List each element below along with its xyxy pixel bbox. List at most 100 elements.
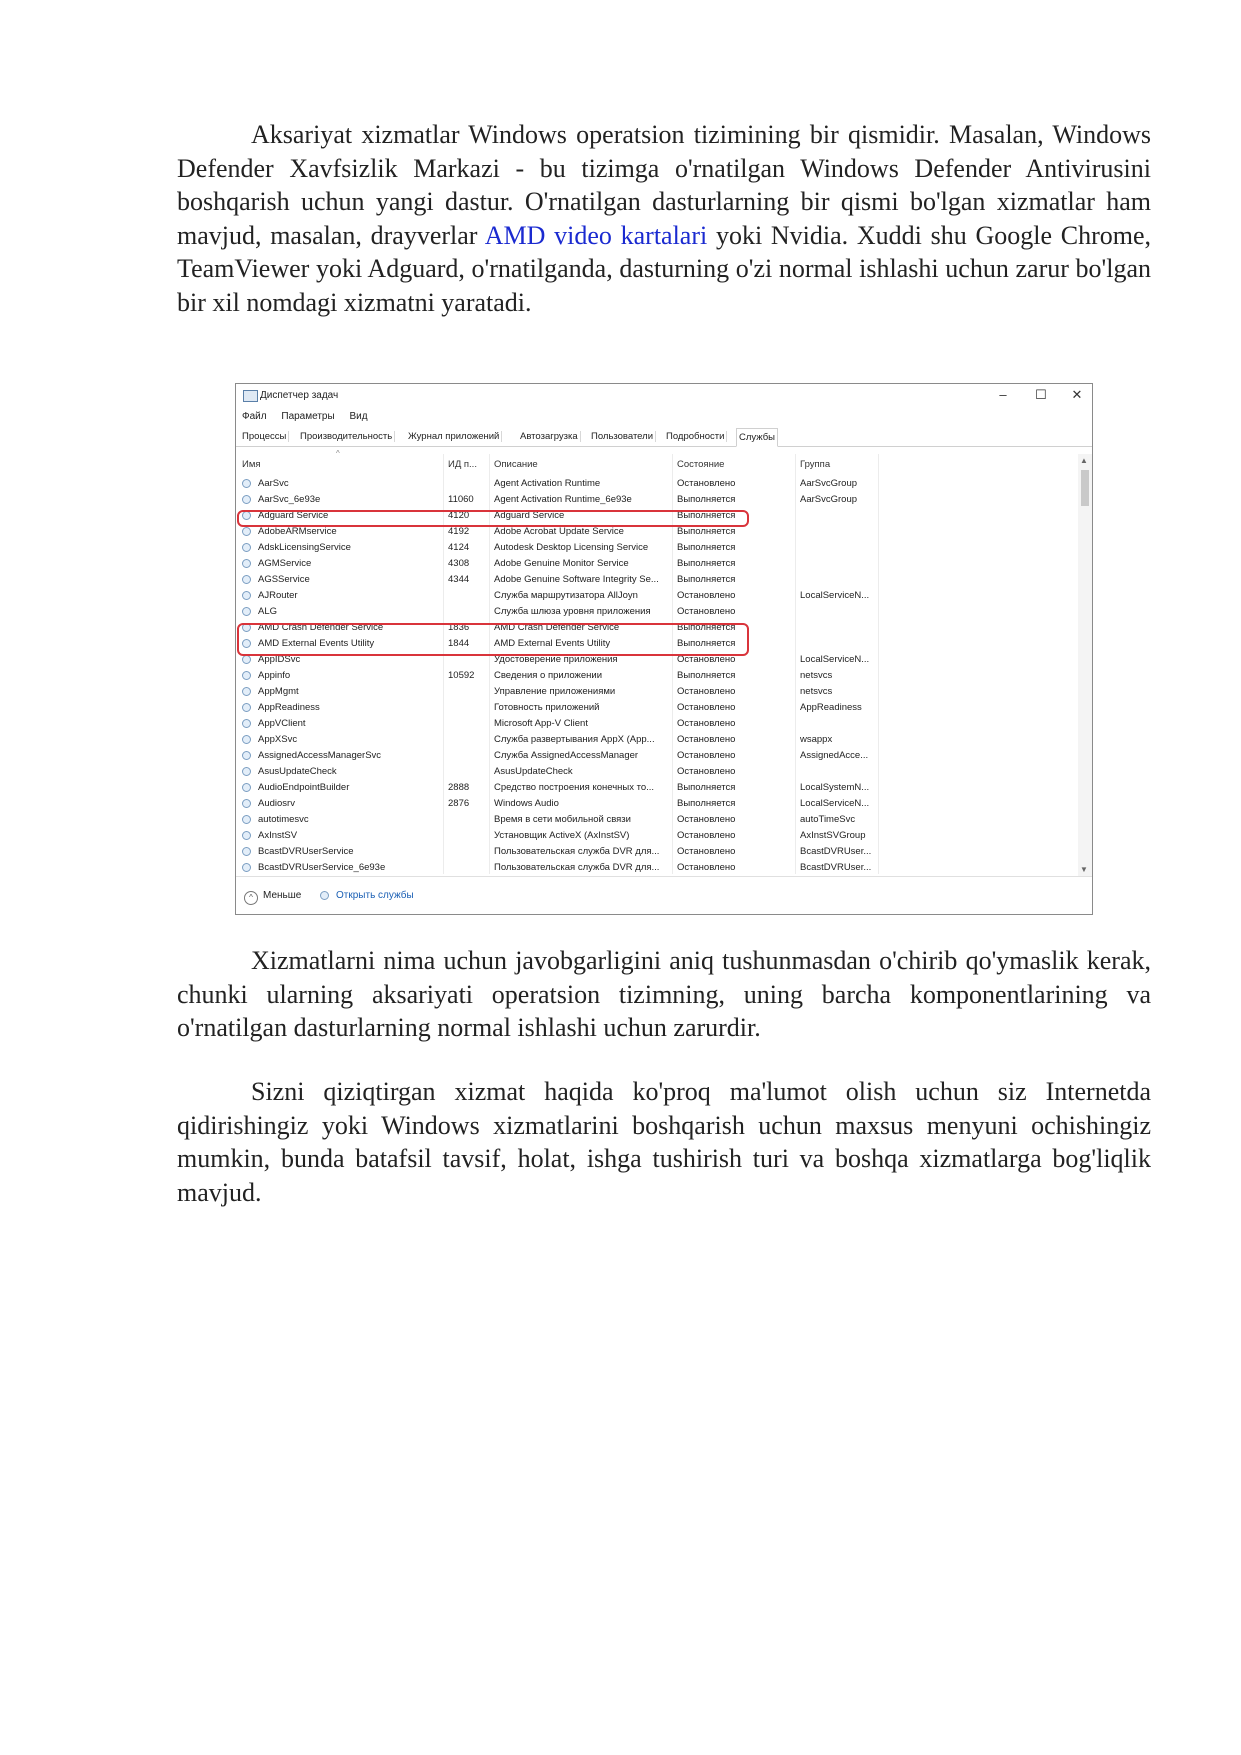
service-name: Audiosrv	[258, 798, 295, 809]
highlight-amd-services	[237, 623, 749, 656]
service-icon	[242, 831, 251, 840]
service-row[interactable]: autotimesvc Время в сети мобильной связи О…	[236, 812, 1070, 828]
service-icon	[242, 527, 251, 536]
service-description: Время в сети мобильной связи	[494, 814, 631, 825]
amd-video-cards-link[interactable]: AMD video kartalari	[485, 221, 708, 250]
service-group: AssignedAcce...	[800, 750, 869, 761]
service-description: Agent Activation Runtime_6e93e	[494, 494, 632, 505]
service-status: Выполняется	[677, 670, 736, 681]
service-icon	[242, 751, 251, 760]
tab-processes[interactable]: Процессы	[240, 431, 290, 442]
service-description: Microsoft App-V Client	[494, 718, 588, 729]
tab-app-history[interactable]: Журнал приложений	[406, 431, 503, 442]
service-row[interactable]: BcastDVRUserService_6e93e Пользовательска…	[236, 860, 1070, 876]
service-group: wsappx	[800, 734, 833, 745]
vertical-scrollbar[interactable]: ▲ ▼	[1078, 454, 1092, 876]
service-row[interactable]: AppVClient Microsoft App-V Client Остановл…	[236, 716, 1070, 732]
service-description: Пользовательская служба DVR для...	[494, 846, 660, 857]
service-status: Остановлено	[677, 750, 736, 761]
service-status: Выполняется	[677, 782, 736, 793]
service-status: Остановлено	[677, 734, 736, 745]
service-icon	[242, 671, 251, 680]
service-row[interactable]: AxInstSV Установщик ActiveX (AxInstSV) Ост…	[236, 828, 1070, 844]
menu-view[interactable]: Вид	[349, 411, 367, 422]
minimize-button[interactable]: –	[988, 386, 1018, 404]
service-name: AGSService	[258, 574, 310, 585]
service-row[interactable]: AJRouter Служба маршрутизатора AllJoyn Ост…	[236, 588, 1070, 604]
service-icon	[242, 735, 251, 744]
service-group: AarSvcGroup	[800, 478, 858, 489]
service-icon	[242, 607, 251, 616]
service-row[interactable]: AssignedAccessManagerSvc Служба AssignedA…	[236, 748, 1070, 764]
service-group: LocalServiceN...	[800, 798, 870, 809]
service-name: AGMService	[258, 558, 312, 569]
service-row[interactable]: BcastDVRUserService Пользовательская служ…	[236, 844, 1070, 860]
service-description: Управление приложениями	[494, 686, 616, 697]
scroll-up-icon[interactable]: ▲	[1080, 456, 1088, 465]
maximize-button[interactable]: ☐	[1026, 386, 1056, 404]
tab-startup[interactable]: Автозагрузка	[518, 431, 581, 442]
menu-file[interactable]: Файл	[242, 411, 267, 422]
service-group: autoTimeSvc	[800, 814, 856, 825]
service-row[interactable]: AGSService 4344 Adobe Genuine Software Int…	[236, 572, 1070, 588]
column-header-status[interactable]: Состояние	[677, 459, 724, 470]
service-status: Остановлено	[677, 766, 736, 777]
tab-performance[interactable]: Производительность	[298, 431, 396, 442]
service-status: Выполняется	[677, 798, 736, 809]
service-status: Остановлено	[677, 686, 736, 697]
menu-options[interactable]: Параметры	[281, 411, 334, 422]
service-row[interactable]: AppXSvc Служба развертывания AppX (App...…	[236, 732, 1070, 748]
scrollbar-thumb[interactable]	[1081, 470, 1089, 506]
service-row[interactable]: Appinfo 10592 Сведения о приложении Выполня…	[236, 668, 1070, 684]
close-button[interactable]: ✕	[1062, 386, 1092, 404]
service-row[interactable]: AdskLicensingService 4124 Autodesk Desktop…	[236, 540, 1070, 556]
service-status: Остановлено	[677, 478, 736, 489]
open-services-link[interactable]: Открыть службы	[336, 890, 414, 901]
column-header-name[interactable]: Имя	[242, 459, 261, 470]
service-row[interactable]: Audiosrv 2876 Windows Audio Выполняется Loca…	[236, 796, 1070, 812]
service-status: Остановлено	[677, 702, 736, 713]
fewer-details-button[interactable]: Меньше	[263, 890, 301, 901]
service-icon	[242, 847, 251, 856]
tab-services[interactable]: Службы	[736, 428, 778, 447]
service-status: Выполняется	[677, 494, 736, 505]
scroll-down-icon[interactable]: ▼	[1080, 865, 1088, 874]
service-row[interactable]: AarSvc Agent Activation Runtime Остановлен…	[236, 476, 1070, 492]
tab-details[interactable]: Подробности	[664, 431, 728, 442]
service-icon	[242, 767, 251, 776]
service-description: Служба шлюза уровня приложения	[494, 606, 651, 617]
service-icon	[242, 479, 251, 488]
service-description: AsusUpdateCheck	[494, 766, 573, 777]
service-row[interactable]: AppReadiness Готовность приложений Останов…	[236, 700, 1070, 716]
service-row[interactable]: AGMService 4308 Adobe Genuine Monitor Serv…	[236, 556, 1070, 572]
footer-bar: ^ Меньше Открыть службы	[236, 876, 1092, 914]
service-row[interactable]: AarSvc_6e93e 11060 Agent Activation Runtim…	[236, 492, 1070, 508]
service-status: Остановлено	[677, 590, 736, 601]
tab-users[interactable]: Пользователи	[589, 431, 657, 442]
service-group: LocalServiceN...	[800, 590, 870, 601]
tab-bar: Процессы Производительность Журнал прило…	[236, 428, 1092, 447]
service-group: LocalSystemN...	[800, 782, 870, 793]
service-description: Adobe Genuine Software Integrity Se...	[494, 574, 659, 585]
service-description: Готовность приложений	[494, 702, 600, 713]
column-header-description[interactable]: Описание	[494, 459, 538, 470]
service-row[interactable]: AppMgmt Управление приложениями Остановлен…	[236, 684, 1070, 700]
service-icon	[242, 799, 251, 808]
service-icon	[242, 783, 251, 792]
column-header-pid[interactable]: ИД п...	[448, 459, 477, 470]
service-icon	[242, 687, 251, 696]
paragraph-warning: Xizmatlarni nima uchun javobgarligini an…	[177, 944, 1151, 1045]
service-group: netsvcs	[800, 686, 833, 697]
collapse-icon[interactable]: ^	[244, 891, 258, 905]
service-description: Autodesk Desktop Licensing Service	[494, 542, 649, 553]
service-row[interactable]: AudioEndpointBuilder 2888 Средство построе…	[236, 780, 1070, 796]
service-name: AdskLicensingService	[258, 542, 351, 553]
paragraph-more-info-text: Sizni qiziqtirgan xizmat haqida ko'proq …	[177, 1077, 1151, 1207]
service-row[interactable]: AsusUpdateCheck AsusUpdateCheck Остановлен…	[236, 764, 1070, 780]
service-row[interactable]: ALG Служба шлюза уровня приложения Останов…	[236, 604, 1070, 620]
service-pid: 4124	[448, 542, 470, 553]
column-header-group[interactable]: Группа	[800, 459, 830, 470]
paragraph-warning-text: Xizmatlarni nima uchun javobgarligini an…	[177, 946, 1151, 1042]
service-pid: 2876	[448, 798, 470, 809]
service-description: Сведения о приложении	[494, 670, 603, 681]
